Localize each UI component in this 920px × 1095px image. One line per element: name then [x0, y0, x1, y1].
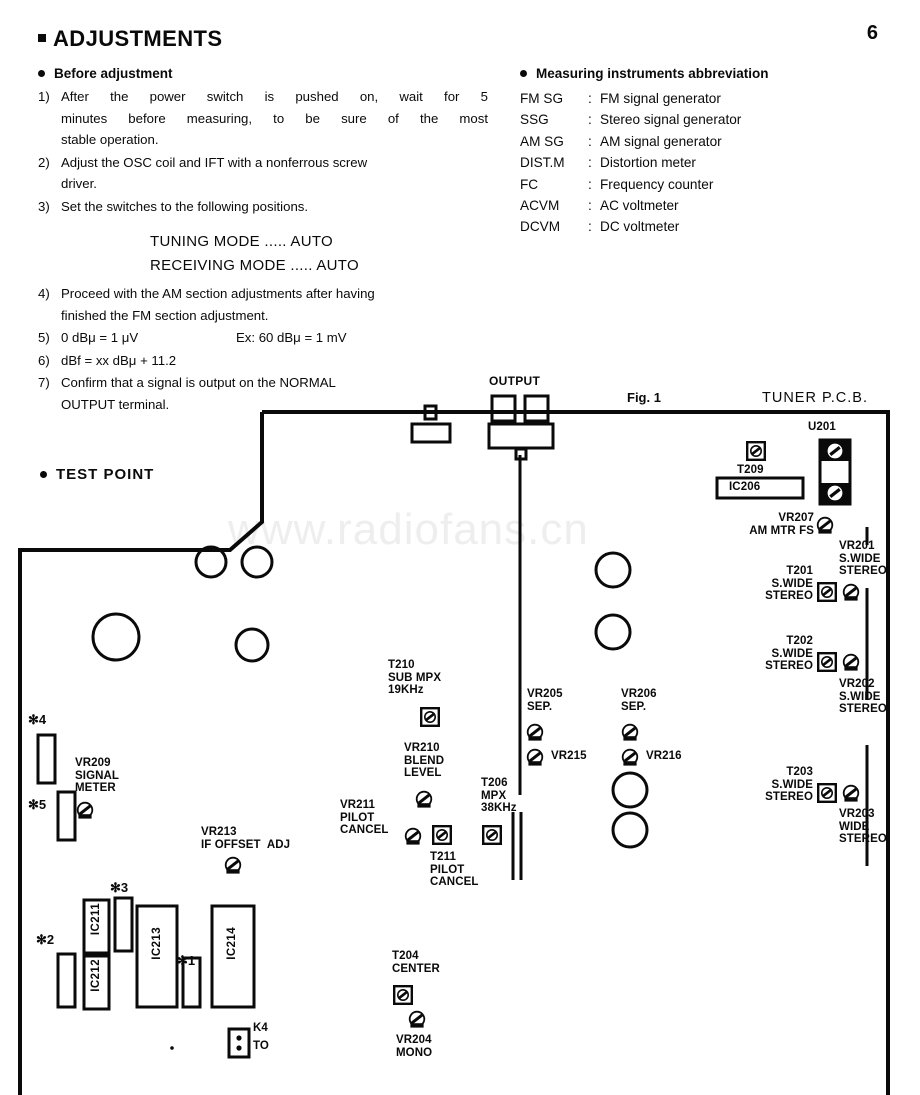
- tuner-pcb-diagram: [0, 0, 920, 1095]
- label-k4: K4: [253, 1022, 268, 1034]
- label-ic206: IC206: [729, 481, 761, 493]
- vr204-trimmer: [408, 1010, 426, 1028]
- k4-connector: [227, 1027, 251, 1059]
- label-vr204: VR204 MONO: [396, 1034, 433, 1059]
- label-vr202: VR202 S.WIDE STEREO: [839, 678, 887, 716]
- label-ic213: IC213: [151, 927, 163, 960]
- label-ic211: IC211: [90, 903, 102, 936]
- t201-vr201-pair: [817, 582, 860, 602]
- vr205-trimmer: [526, 723, 544, 741]
- u201-connector: [818, 438, 852, 506]
- label-t201: T201 S.WIDE STEREO: [765, 565, 813, 603]
- vr209-trimmer: [76, 801, 94, 819]
- label-t204: T204 CENTER: [392, 950, 440, 975]
- label-vr216: VR216: [646, 750, 682, 762]
- marker-3: ✻3: [110, 880, 129, 895]
- marker-2: ✻2: [36, 932, 55, 947]
- vr213-trimmer: [224, 856, 242, 874]
- label-ic214: IC214: [226, 927, 238, 960]
- label-t210: T210 SUB MPX 19KHz: [388, 659, 442, 697]
- label-ic212: IC212: [90, 959, 102, 992]
- vr211-trimmer: [404, 827, 422, 845]
- label-t211: T211 PILOT CANCEL: [430, 851, 479, 889]
- t206-trimmer: [482, 825, 502, 845]
- label-vr210: VR210 BLEND LEVEL: [404, 742, 445, 780]
- label-vr207: VR207 AM MTR FS: [749, 512, 814, 537]
- vr210-trimmer: [415, 790, 433, 808]
- top-connectors: [410, 394, 555, 461]
- label-t206: T206 MPX 38KHz: [481, 777, 517, 815]
- vr207-trimmer: [816, 516, 834, 534]
- label-t202: T202 S.WIDE STEREO: [765, 635, 813, 673]
- marker-1: ✻1: [177, 953, 196, 968]
- board-components-left: [36, 733, 256, 1011]
- t209-trimmer: [746, 441, 766, 461]
- label-to: TO: [253, 1040, 269, 1052]
- t211-trimmer: [432, 825, 452, 845]
- pcb-title: TUNER P.C.B.: [762, 390, 869, 406]
- vr206-trimmer: [621, 723, 639, 741]
- t210-trimmer: [420, 707, 440, 727]
- vr215-trimmer: [526, 748, 544, 766]
- t202-vr202-pair: [817, 652, 860, 672]
- label-vr213: VR213 IF OFFSET ADJ: [201, 826, 291, 851]
- label-vr209: VR209 SIGNAL METER: [75, 757, 120, 795]
- page-root: 6 ADJUSTMENTS Before adjustment 1) After…: [0, 0, 920, 1095]
- label-vr201: VR201 S.WIDE STEREO: [839, 540, 887, 578]
- marker-5: ✻5: [28, 797, 47, 812]
- solder-dot-icon: [170, 1046, 174, 1050]
- label-vr215: VR215: [551, 750, 587, 762]
- t203-vr203-pair: [817, 783, 860, 803]
- label-t209: T209: [737, 464, 764, 476]
- label-u201: U201: [808, 421, 836, 433]
- label-vr205: VR205 SEP.: [527, 688, 563, 713]
- marker-4: ✻4: [28, 712, 47, 727]
- figure-caption: Fig. 1: [627, 390, 661, 405]
- t204-trimmer: [393, 985, 413, 1005]
- label-t203: T203 S.WIDE STEREO: [765, 766, 813, 804]
- label-vr206: VR206 SEP.: [621, 688, 657, 713]
- vr216-trimmer: [621, 748, 639, 766]
- label-vr211: VR211 PILOT CANCEL: [340, 799, 389, 837]
- output-label: OUTPUT: [489, 374, 541, 388]
- label-vr203: VR203 WIDE STEREO: [839, 808, 887, 846]
- central-trace: [511, 455, 523, 880]
